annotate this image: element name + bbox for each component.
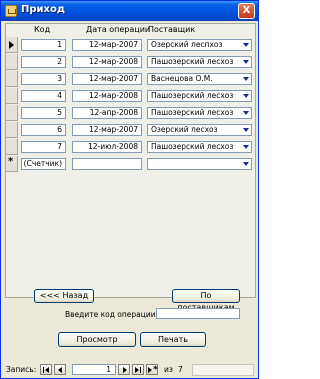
dropdown-arrow-icon[interactable] xyxy=(240,91,251,101)
current-record-input[interactable]: 1 xyxy=(72,364,116,375)
supplier-combo[interactable]: Озерский леспхоз xyxy=(147,39,252,51)
record-selector[interactable] xyxy=(6,37,18,53)
record-selector[interactable] xyxy=(6,122,18,138)
enter-code-label: Введите код операции: xyxy=(65,310,159,319)
record-selector[interactable] xyxy=(6,139,18,155)
table-row[interactable]: 4 12-мар-2008 Пашозерский лесхоз xyxy=(6,88,255,104)
table-row[interactable]: 5 12-апр-2008 Пашозерский лесхоз xyxy=(6,105,255,121)
previous-record-button[interactable] xyxy=(54,364,66,375)
dropdown-arrow-icon[interactable] xyxy=(240,74,251,84)
supplier-combo[interactable]: Пашозерский лесхоз xyxy=(147,56,252,68)
supplier-value: Пашозерский лесхоз xyxy=(151,91,234,100)
table-row[interactable]: 1 12-мар-2007 Озерский леспхоз xyxy=(6,37,255,53)
close-button[interactable]: X xyxy=(238,3,255,19)
by-supplier-button[interactable]: По поставщикам xyxy=(172,289,240,312)
record-selector[interactable] xyxy=(6,71,18,87)
first-arrow-icon xyxy=(45,367,49,373)
record-selector[interactable]: * xyxy=(6,156,18,172)
table-row[interactable]: 3 12-мар-2007 Васнецова О.М. xyxy=(6,71,255,87)
record-selector[interactable] xyxy=(6,105,18,121)
column-header-row: Код Дата операции Поставщик xyxy=(6,24,255,37)
last-arrow-icon xyxy=(135,367,139,373)
back-button[interactable]: <<< Назад xyxy=(34,289,94,303)
supplier-combo[interactable]: Озерский лесхоз xyxy=(147,124,252,136)
code-field[interactable]: 6 xyxy=(21,124,66,136)
supplier-combo[interactable]: Пашозерский лесхоз xyxy=(147,107,252,119)
next-arrow-icon xyxy=(123,367,127,373)
new-record-button[interactable]: * xyxy=(146,364,158,375)
last-record-button[interactable] xyxy=(132,364,144,375)
title-bar[interactable]: Приход X xyxy=(1,1,258,21)
first-record-button[interactable] xyxy=(40,364,52,375)
code-field[interactable]: 5 xyxy=(21,107,66,119)
date-field[interactable]: 12-апр-2008 xyxy=(72,107,142,119)
code-field[interactable]: 3 xyxy=(21,73,66,85)
datasheet-grid: Код Дата операции Поставщик 1 12-мар-200… xyxy=(5,23,256,298)
code-field[interactable]: 2 xyxy=(21,56,66,68)
dropdown-arrow-icon[interactable] xyxy=(240,125,251,135)
date-field[interactable]: 12-мар-2007 xyxy=(72,73,142,85)
table-row[interactable]: 6 12-мар-2007 Озерский лесхоз xyxy=(6,122,255,138)
new-record-row[interactable]: * (Счетчик) xyxy=(6,156,255,172)
of-label: из xyxy=(164,365,173,374)
next-record-button[interactable] xyxy=(118,364,130,375)
record-navigation-bar: Запись: 1 * из 7 xyxy=(4,363,256,377)
dropdown-arrow-icon[interactable] xyxy=(240,57,251,67)
date-field[interactable]: 12-мар-2008 xyxy=(72,90,142,102)
first-bar-icon xyxy=(43,367,44,373)
new-star-icon: * xyxy=(153,365,158,375)
previous-arrow-icon xyxy=(58,367,62,373)
operation-code-input[interactable] xyxy=(156,308,240,319)
supplier-value: Пашозерский лесхоз xyxy=(151,57,234,66)
supplier-combo[interactable]: Васнецова О.М. xyxy=(147,73,252,85)
horizontal-scrollbar[interactable] xyxy=(192,364,254,376)
total-records: 7 xyxy=(178,365,183,374)
record-label: Запись: xyxy=(6,365,37,374)
code-field[interactable]: 1 xyxy=(21,39,66,51)
supplier-value: Пашозерский лесхоз xyxy=(151,142,234,151)
supplier-value: Озерский лесхоз xyxy=(151,125,218,134)
dropdown-arrow-icon[interactable] xyxy=(240,40,251,50)
column-header-date: Дата операции xyxy=(86,25,151,34)
column-header-supplier: Поставщик xyxy=(148,25,196,34)
window-title: Приход xyxy=(21,4,65,15)
column-header-code: Код xyxy=(34,25,51,34)
app-window: Приход X Код Дата операции Поставщик 1 1… xyxy=(0,0,259,379)
date-field[interactable] xyxy=(72,158,142,170)
new-arrow-icon xyxy=(148,367,152,373)
code-field[interactable]: (Счетчик) xyxy=(21,158,66,170)
code-field[interactable]: 4 xyxy=(21,90,66,102)
code-field[interactable]: 7 xyxy=(21,141,66,153)
dropdown-arrow-icon[interactable] xyxy=(240,142,251,152)
dropdown-arrow-icon[interactable] xyxy=(240,159,251,169)
current-record-pointer-icon xyxy=(9,41,14,49)
supplier-combo[interactable]: Пашозерский лесхоз xyxy=(147,90,252,102)
supplier-combo[interactable]: Пашозерский лесхоз xyxy=(147,141,252,153)
new-record-star-icon: * xyxy=(8,156,14,167)
last-bar-icon xyxy=(140,367,141,373)
supplier-combo[interactable] xyxy=(147,158,252,170)
date-field[interactable]: 12-мар-2008 xyxy=(72,56,142,68)
record-selector[interactable] xyxy=(6,54,18,70)
supplier-value: Озерский леспхоз xyxy=(151,40,223,49)
supplier-value: Васнецова О.М. xyxy=(151,74,213,83)
date-field[interactable]: 12-мар-2007 xyxy=(72,39,142,51)
table-row[interactable]: 2 12-мар-2008 Пашозерский лесхоз xyxy=(6,54,255,70)
date-field[interactable]: 12-мар-2007 xyxy=(72,124,142,136)
date-field[interactable]: 12-июл-2008 xyxy=(72,141,142,153)
supplier-value: Пашозерский лесхоз xyxy=(151,108,234,117)
print-button[interactable]: Печать xyxy=(140,332,206,347)
form-body: Код Дата операции Поставщик 1 12-мар-200… xyxy=(4,21,256,377)
form-icon xyxy=(5,5,17,17)
dropdown-arrow-icon[interactable] xyxy=(240,108,251,118)
table-row[interactable]: 7 12-июл-2008 Пашозерский лесхоз xyxy=(6,139,255,155)
preview-button[interactable]: Просмотр xyxy=(58,332,136,347)
record-selector[interactable] xyxy=(6,88,18,104)
